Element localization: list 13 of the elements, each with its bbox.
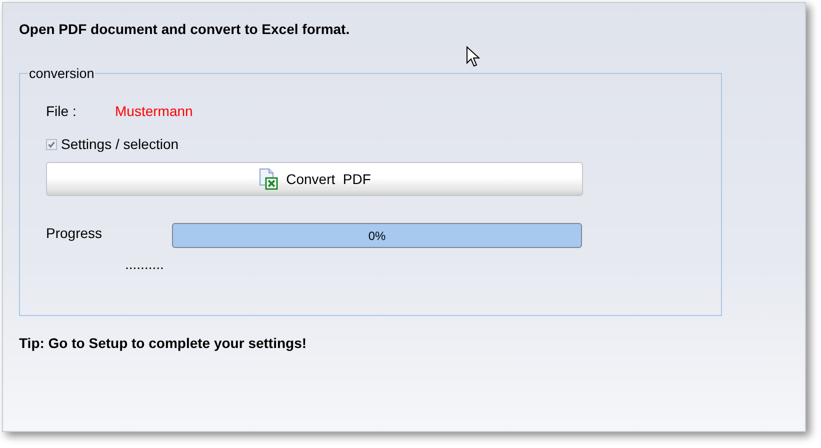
heading: Open PDF document and convert to Excel format.	[19, 21, 351, 37]
progress-label: Progress	[46, 225, 104, 241]
tip-text: Tip: Go to Setup to complete your settings!	[19, 335, 308, 351]
group-legend: conversion	[28, 66, 96, 81]
excel-document-icon	[258, 168, 280, 190]
mouse-pointer-icon	[466, 46, 480, 68]
file-name: Mustermann	[115, 103, 193, 119]
file-label: File :	[46, 103, 78, 119]
progress-reading: 0%	[368, 228, 386, 242]
convert-button[interactable]: Convert PDF	[46, 162, 583, 196]
settings-label: Settings / selection	[61, 136, 179, 152]
settings-checkbox[interactable]	[46, 138, 57, 150]
status-text: ..........	[125, 256, 165, 272]
